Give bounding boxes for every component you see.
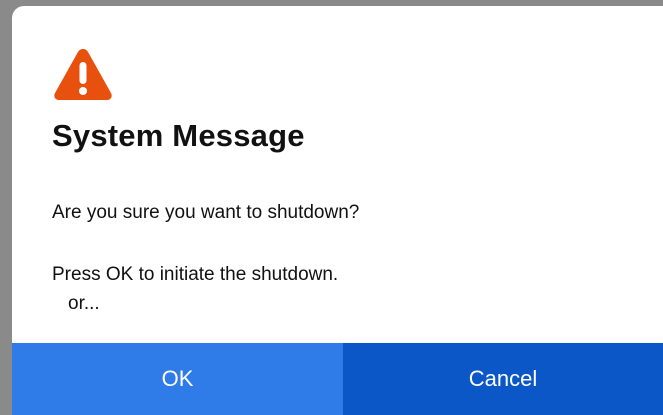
warning-icon — [52, 46, 114, 102]
message-instruction: Press OK to initiate the shutdown. — [52, 264, 339, 285]
cancel-button[interactable]: Cancel — [343, 343, 663, 415]
message-or: or... — [68, 293, 100, 314]
ok-button[interactable]: OK — [12, 343, 343, 415]
system-message-dialog: System Message Are you sure you want to … — [12, 6, 663, 415]
dialog-title: System Message — [52, 118, 305, 153]
background-frame: System Message Are you sure you want to … — [0, 0, 663, 415]
message-question: Are you sure you want to shutdown? — [52, 202, 360, 223]
dialog-button-bar: OK Cancel — [12, 343, 663, 415]
